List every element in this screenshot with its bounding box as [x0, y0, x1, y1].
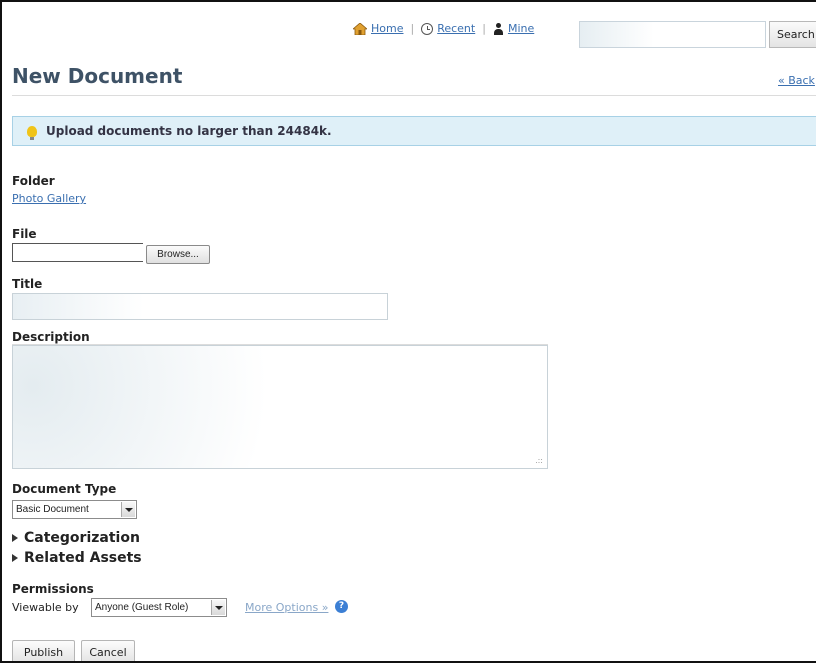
page-title: New Document: [12, 64, 183, 88]
permissions-label: Permissions: [12, 582, 94, 596]
related-assets-label: Related Assets: [24, 550, 142, 566]
publish-button[interactable]: Publish: [12, 640, 75, 661]
nav-home-link[interactable]: Home: [371, 22, 403, 35]
viewable-by-label: Viewable by: [12, 601, 79, 614]
categorization-label: Categorization: [24, 530, 140, 546]
folder-label: Folder: [12, 174, 55, 188]
info-banner: Upload documents no larger than 24484k.: [12, 116, 816, 146]
doctype-label: Document Type: [12, 482, 117, 496]
categorization-toggle[interactable]: Categorization: [12, 530, 140, 546]
viewable-value: Anyone (Guest Role): [95, 602, 189, 613]
expand-triangle-icon: [12, 534, 18, 542]
resize-grip-icon[interactable]: .::: [535, 456, 543, 465]
nav-separator: |: [410, 22, 415, 35]
doctype-value: Basic Document: [16, 504, 89, 515]
doctype-select[interactable]: Basic Document: [12, 500, 137, 519]
nav-home[interactable]: Home: [353, 22, 403, 35]
banner-text: Upload documents no larger than 24484k.: [46, 124, 332, 138]
user-icon: [493, 22, 504, 35]
title-label: Title: [12, 277, 43, 291]
back-link[interactable]: « Back: [778, 74, 815, 87]
chevron-down-icon[interactable]: [121, 502, 135, 517]
chevron-down-icon[interactable]: [211, 600, 225, 615]
nav-mine[interactable]: Mine: [493, 22, 534, 35]
browse-button[interactable]: Browse...: [146, 245, 210, 264]
viewable-select[interactable]: Anyone (Guest Role): [91, 598, 227, 617]
page-frame: Home | Recent | Mine Search New Document…: [0, 0, 816, 663]
description-label: Description: [12, 330, 90, 344]
related-assets-toggle[interactable]: Related Assets: [12, 550, 142, 566]
cancel-button[interactable]: Cancel: [81, 640, 135, 661]
folder-link[interactable]: Photo Gallery: [12, 192, 86, 205]
help-icon[interactable]: ?: [335, 600, 348, 613]
top-nav: Home | Recent | Mine: [353, 22, 534, 35]
search-input[interactable]: [579, 21, 766, 48]
clock-icon: [421, 22, 434, 35]
search-button[interactable]: Search: [769, 21, 816, 48]
file-path-field[interactable]: [12, 243, 143, 262]
nav-recent-link[interactable]: Recent: [437, 22, 475, 35]
file-label: File: [12, 227, 37, 241]
title-input[interactable]: [12, 293, 388, 320]
nav-mine-link[interactable]: Mine: [508, 22, 534, 35]
nav-recent[interactable]: Recent: [421, 22, 475, 35]
home-icon: [353, 22, 367, 35]
description-textarea[interactable]: .::: [12, 345, 548, 469]
nav-separator: |: [482, 22, 486, 35]
expand-triangle-icon: [12, 554, 18, 562]
divider: [12, 95, 816, 96]
lightbulb-icon: [27, 125, 37, 140]
more-options-link[interactable]: More Options »: [245, 601, 328, 614]
